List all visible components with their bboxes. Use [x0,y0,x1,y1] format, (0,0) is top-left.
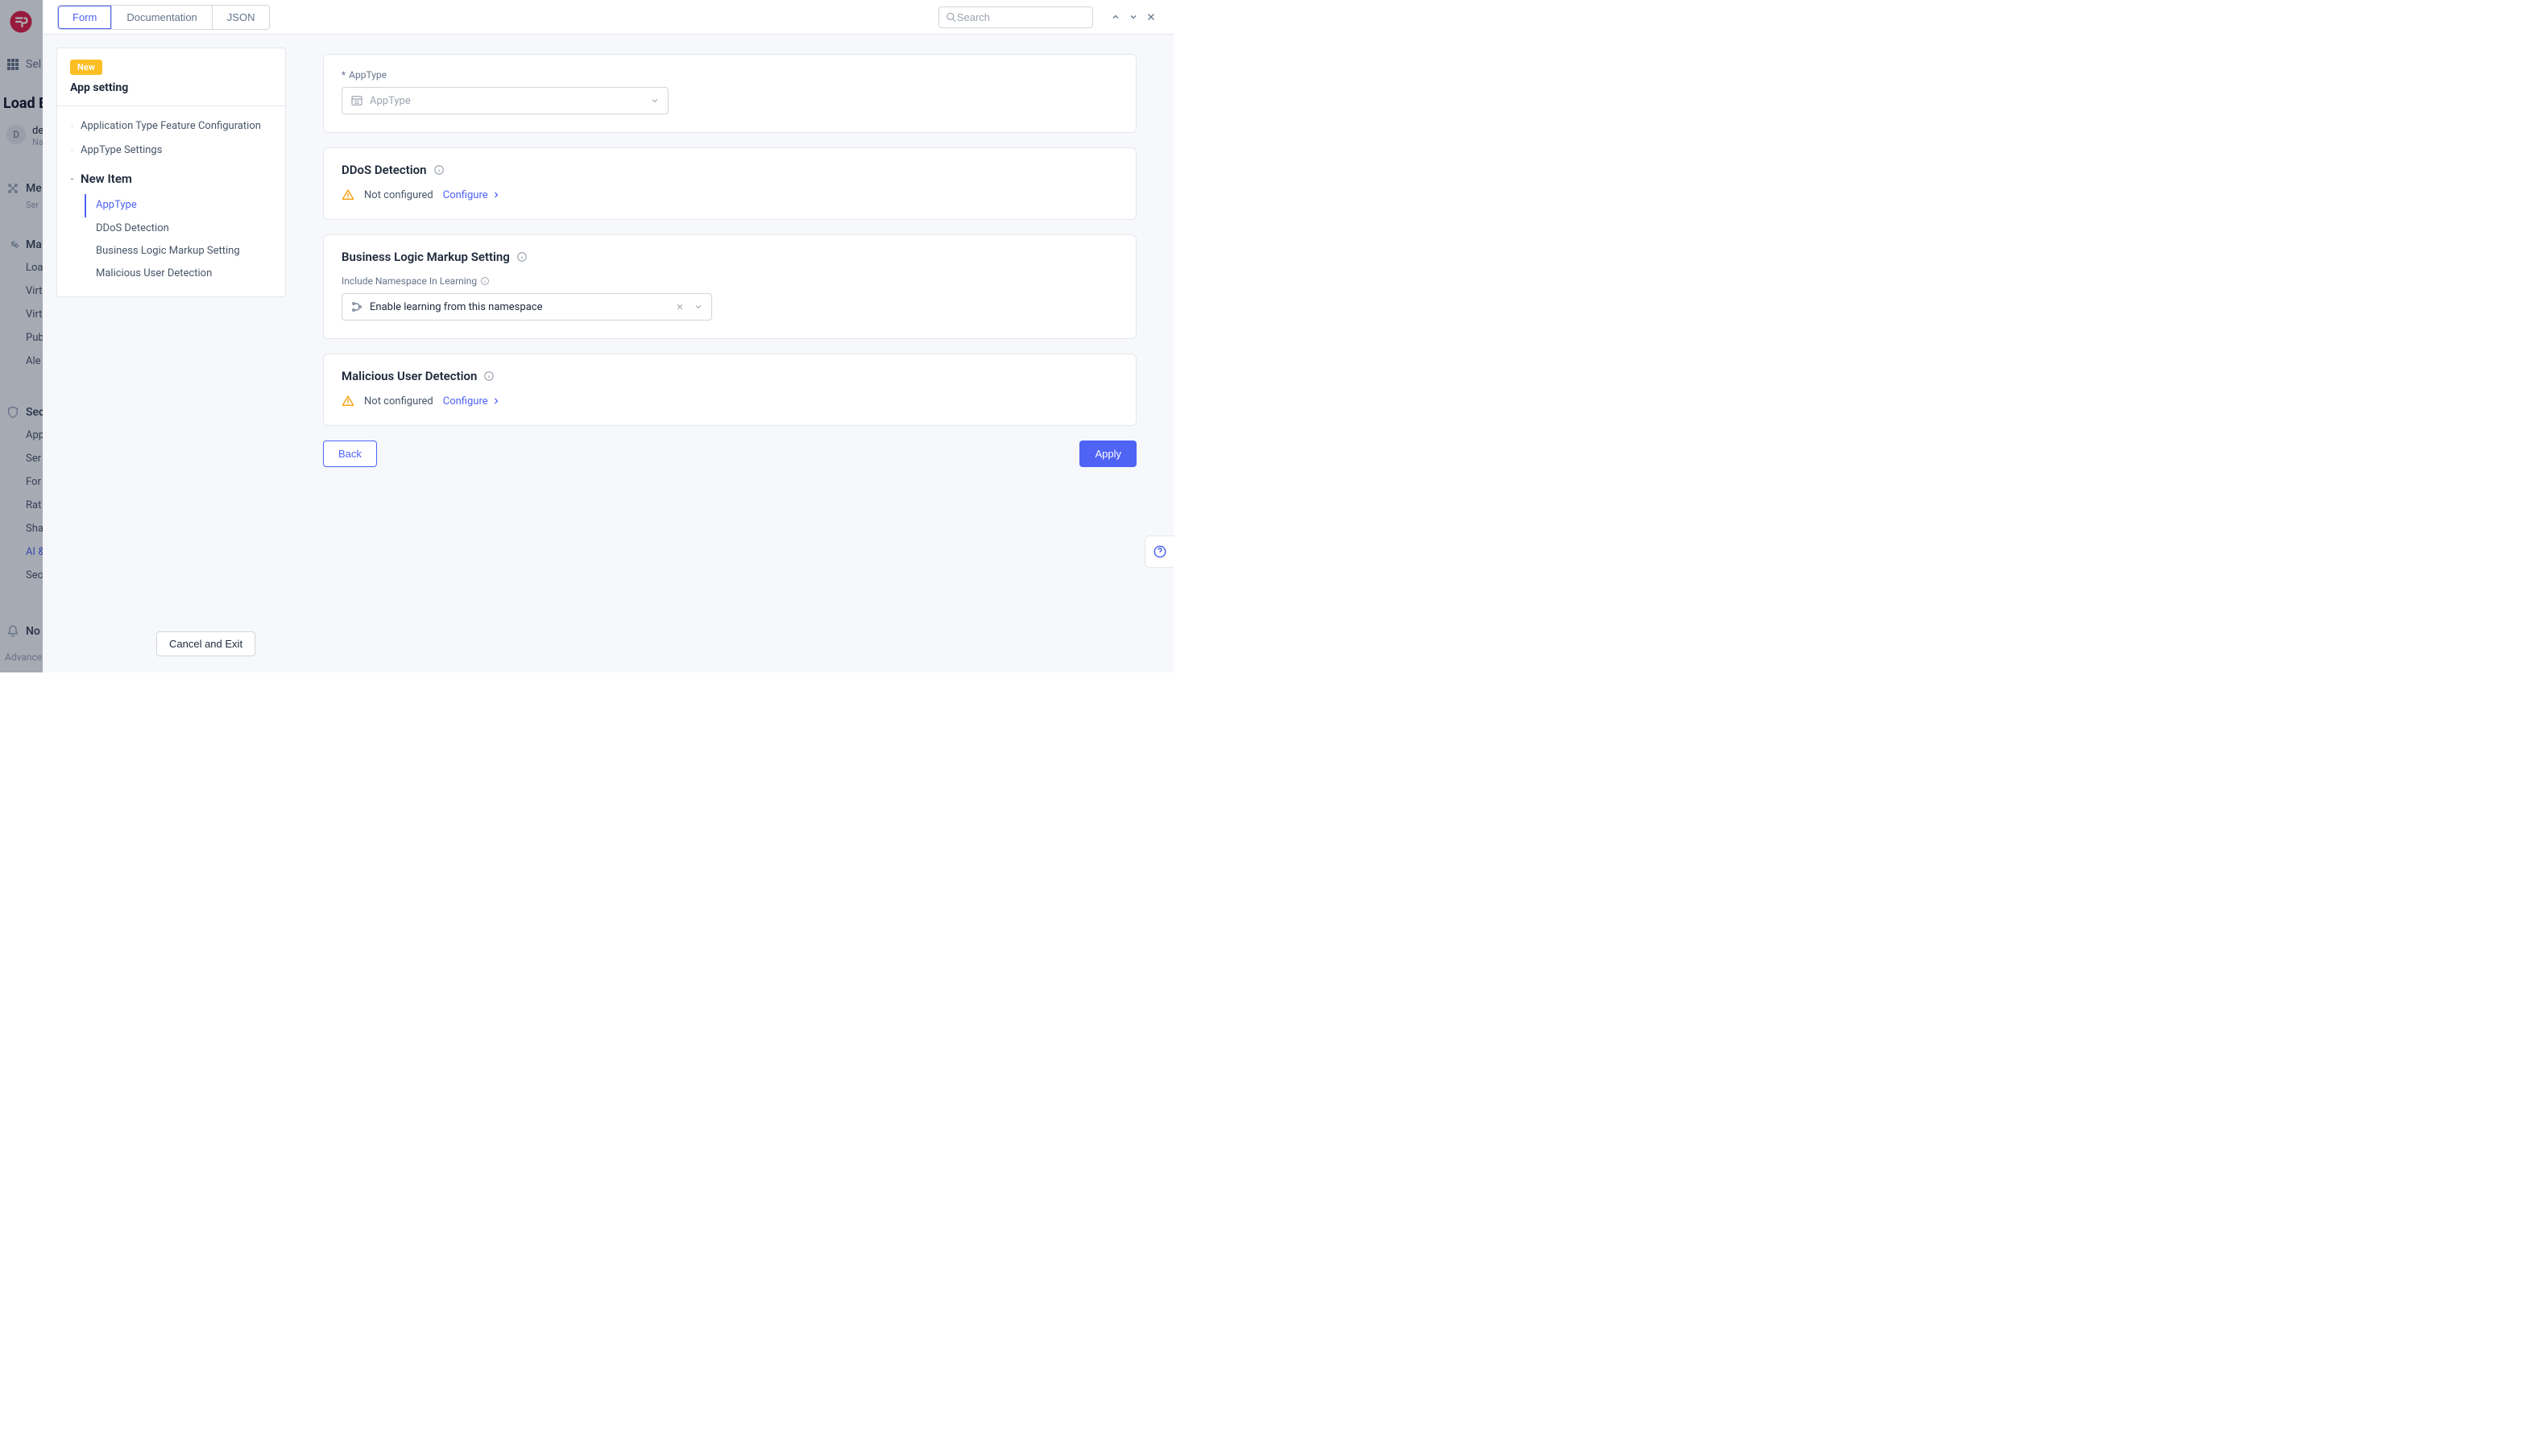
bullet-icon [70,124,74,128]
ddos-configure-link[interactable]: Configure [443,189,501,201]
info-icon[interactable] [516,251,528,263]
nav-group-label: Sec [26,406,44,419]
cancel-exit-button[interactable]: Cancel and Exit [156,631,255,656]
close-icon [1146,12,1156,22]
nav-group-label: Me [26,182,42,195]
namespace-learning-label: Include Namespace In Learning [342,275,1118,287]
form-outline-title: App setting [70,81,272,94]
section-title-text: Business Logic Markup Setting [342,250,510,264]
chevron-up-icon [1111,12,1120,22]
outline-item-label: New Item [81,171,132,188]
apptype-label: * AppType [342,69,1118,81]
apptype-placeholder: AppType [370,95,644,107]
chevron-down-icon [650,96,660,105]
configure-text: Configure [443,189,488,201]
help-fab[interactable] [1145,536,1174,568]
list-icon [350,94,363,107]
ddos-card: DDoS Detection Not configured Configure [323,147,1137,220]
close-icon [676,303,684,311]
next-result-button[interactable] [1125,9,1141,25]
form-outline-header: New App setting [57,48,285,106]
outline-sub-item[interactable]: Malicious User Detection [62,263,280,285]
apptype-select[interactable]: AppType [342,87,669,114]
modal-topbar: Form Documentation JSON [43,0,1174,35]
help-icon [1153,544,1167,559]
prev-result-button[interactable] [1108,9,1124,25]
blms-title-row: Business Logic Markup Setting [342,250,1118,264]
mud-card: Malicious User Detection Not configured … [323,354,1137,426]
config-modal: Form Documentation JSON New App set [43,0,1174,672]
chevron-down-icon [1129,12,1138,22]
advanced-link[interactable]: Advance [5,651,42,663]
mesh-icon [6,182,19,195]
nav-group-label: No [26,625,40,638]
warning-icon [342,395,354,407]
required-asterisk: * [342,69,346,81]
outline-item-expanded[interactable]: New Item [62,163,280,194]
chevron-down-icon [694,302,703,312]
bullet-icon [70,148,74,152]
mud-status-text: Not configured [364,395,433,407]
grid-icon [6,58,19,71]
blms-card: Business Logic Markup Setting Include Na… [323,234,1137,339]
select-service-text: Sel [26,58,41,71]
clear-selection-button[interactable] [673,303,687,311]
action-buttons: Back Apply [323,441,1137,467]
nav-arrows [1103,9,1159,25]
mud-configure-link[interactable]: Configure [443,395,501,407]
ddos-title-row: DDoS Detection [342,163,1118,177]
outline-sub-item[interactable]: DDoS Detection [62,217,280,240]
form-main: * AppType AppType DDoS Detection Not con… [286,35,1174,672]
tab-json[interactable]: JSON [213,6,270,29]
namespace-learning-value: Enable learning from this namespace [370,301,666,313]
section-title-text: Malicious User Detection [342,369,477,383]
close-button[interactable] [1143,9,1159,25]
field-label-text: AppType [349,69,387,81]
info-icon[interactable] [480,276,490,286]
chevron-right-icon [491,396,501,406]
outline-item[interactable]: AppType Settings [62,139,280,163]
f5-logo-icon [9,10,33,34]
mud-title-row: Malicious User Detection [342,369,1118,383]
search-input[interactable] [957,11,1086,23]
outline-item[interactable]: Application Type Feature Configuration [62,114,280,139]
product-title: Load B [3,95,48,112]
mud-status-row: Not configured Configure [342,395,1118,407]
field-label-text: Include Namespace In Learning [342,275,477,287]
outline-sub-item-active[interactable]: AppType [85,194,280,217]
bell-icon [6,625,19,638]
ddos-status-row: Not configured Configure [342,188,1118,201]
back-button[interactable]: Back [323,441,377,467]
nav-group-label: Ma [26,238,42,251]
caret-down-icon [70,177,74,181]
namespace-learning-select[interactable]: Enable learning from this namespace [342,293,712,321]
search-icon [946,11,957,23]
outline-item-label: AppType Settings [81,143,162,158]
apply-button[interactable]: Apply [1079,441,1137,467]
form-outline-tree: Application Type Feature Configuration A… [57,106,285,296]
wrench-icon [6,238,19,251]
tab-form[interactable]: Form [58,6,112,29]
tab-documentation[interactable]: Documentation [112,6,212,29]
apptype-card: * AppType AppType [323,54,1137,133]
configure-text: Configure [443,395,488,407]
user-block: D de Na [6,125,43,147]
new-badge: New [70,60,102,75]
warning-icon [342,188,354,201]
chevron-right-icon [491,190,501,200]
form-outline: New App setting Application Type Feature… [56,48,286,297]
section-title-text: DDoS Detection [342,163,427,177]
ddos-status-text: Not configured [364,189,433,201]
search-input-wrapper[interactable] [938,6,1093,28]
info-icon[interactable] [433,164,445,176]
branches-icon [350,300,363,313]
avatar: D [6,125,26,144]
view-tabs: Form Documentation JSON [57,5,270,30]
shield-icon [6,406,19,419]
info-icon[interactable] [483,370,495,382]
outline-sub-item[interactable]: Business Logic Markup Setting [62,240,280,263]
outline-item-label: Application Type Feature Configuration [81,119,261,134]
